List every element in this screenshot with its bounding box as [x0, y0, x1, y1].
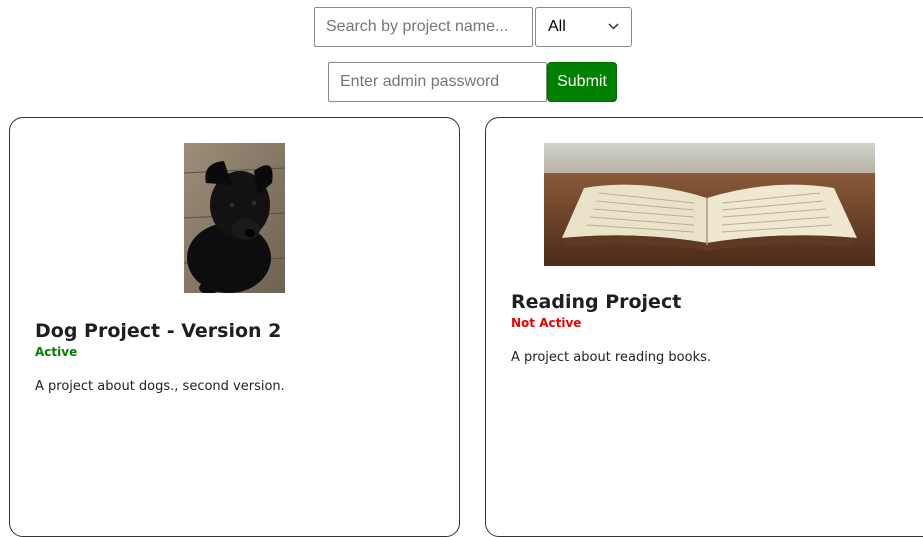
status-badge: Not Active: [511, 316, 582, 330]
project-image: [35, 143, 434, 293]
open-book-photo: [544, 143, 875, 266]
status-filter-value: All: [548, 18, 566, 35]
project-title: Dog Project - Version 2: [35, 320, 282, 342]
project-title: Reading Project: [511, 291, 682, 313]
filter-bar: All: [314, 7, 632, 47]
project-card: Reading Project Not Active A project abo…: [485, 117, 923, 537]
status-badge: Active: [35, 345, 78, 359]
project-image: [511, 143, 919, 266]
status-filter-select[interactable]: All: [535, 7, 632, 47]
admin-login: Submit: [328, 62, 617, 102]
project-description: A project about dogs., second version.: [35, 379, 285, 394]
project-card: Dog Project - Version 2 Active A project…: [9, 117, 460, 537]
admin-password-input[interactable]: [328, 62, 547, 102]
chevron-down-icon: [608, 21, 619, 33]
project-description: A project about reading books.: [511, 350, 712, 365]
submit-button[interactable]: Submit: [547, 62, 617, 102]
search-input[interactable]: [314, 7, 533, 47]
black-dog-photo: [184, 143, 285, 293]
